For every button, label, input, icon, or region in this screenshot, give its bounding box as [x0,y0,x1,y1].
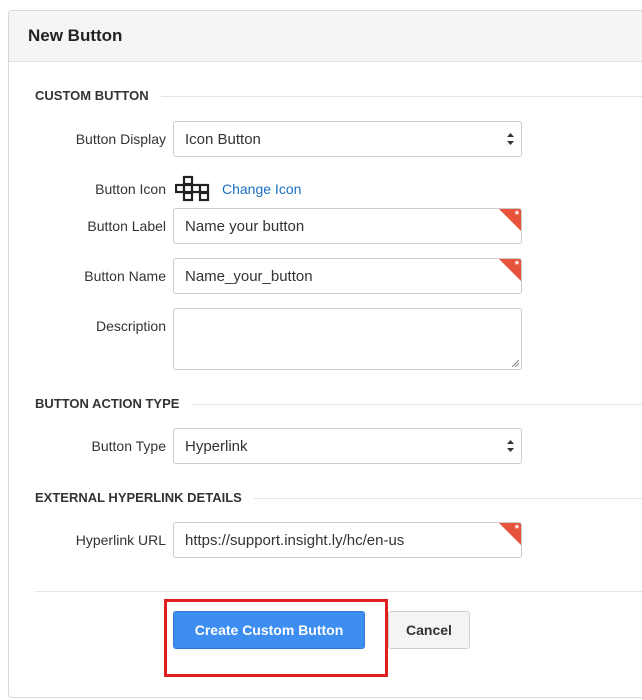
description-label: Description [95,318,166,334]
section-custom-button: CUSTOM BUTTON [35,87,642,107]
section-title-action-type: BUTTON ACTION TYPE [35,395,192,413]
dialog-title: New Button [28,26,123,45]
cancel-button[interactable]: Cancel [388,611,470,649]
button-label-value: Name your button [185,218,305,235]
hyperlink-url-value: https://support.insight.ly/hc/en-us [185,532,405,549]
button-icon-label: Button Icon [95,181,166,197]
select-arrows-icon [507,440,514,452]
section-title-hyperlink-details: EXTERNAL HYPERLINK DETAILS [35,489,254,507]
required-star: * [514,259,519,271]
description-textarea[interactable] [173,308,522,370]
button-display-label: Button Display [75,131,166,147]
hyperlink-url-input[interactable]: https://support.insight.ly/hc/en-us * [173,522,522,558]
button-type-value: Hyperlink [185,438,248,455]
button-label-label: Button Label [87,218,166,234]
create-custom-button[interactable]: Create Custom Button [173,611,365,649]
button-name-input[interactable]: Name_your_button * [173,258,522,294]
resize-grip-icon[interactable] [511,359,519,367]
required-star: * [514,209,519,221]
footer-divider [35,591,642,592]
dialog-header: New Button [9,11,642,62]
button-display-select[interactable]: Icon Button [173,121,522,157]
button-name-label: Button Name [84,268,166,284]
button-label-input[interactable]: Name your button * [173,208,522,244]
section-hyperlink-details: EXTERNAL HYPERLINK DETAILS [35,489,642,509]
button-name-value: Name_your_button [185,268,313,285]
required-star: * [514,523,519,535]
section-title-custom-button: CUSTOM BUTTON [35,87,161,105]
button-display-value: Icon Button [185,131,261,148]
sitemap-blocks-icon [175,175,210,202]
button-type-select[interactable]: Hyperlink [173,428,522,464]
new-button-dialog: New Button CUSTOM BUTTON Button Display … [8,10,642,698]
select-arrows-icon [507,133,514,145]
change-icon-link[interactable]: Change Icon [222,181,301,197]
section-action-type: BUTTON ACTION TYPE [35,395,642,415]
button-type-label: Button Type [91,438,166,454]
hyperlink-url-label: Hyperlink URL [75,532,166,548]
